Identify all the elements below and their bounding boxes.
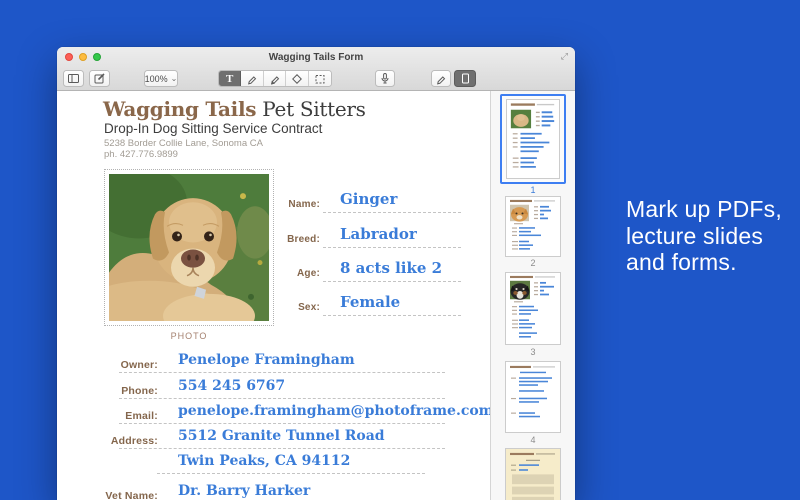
field-underline (119, 423, 445, 424)
field-value[interactable]: Labrador (340, 225, 417, 243)
field-value[interactable]: penelope.framingham@photoframe.com (178, 403, 494, 419)
field-underline (323, 281, 461, 282)
tagline-line: Mark up PDFs, (626, 196, 782, 223)
field-underline (119, 448, 445, 449)
form-brand: Wagging Tails (103, 97, 256, 121)
field-label: Sex: (247, 302, 320, 313)
page-number: 2 (491, 258, 575, 268)
field-value[interactable]: Female (340, 293, 400, 311)
tagline-line: and forms. (626, 249, 782, 276)
zoom-window-button[interactable] (93, 53, 101, 61)
chevron-down-icon: ⌄ (171, 76, 178, 82)
thumbnail-page-1-selected[interactable] (500, 94, 566, 184)
thumbnail-page-5[interactable] (505, 448, 561, 500)
thumbnail-page-4[interactable] (505, 361, 561, 433)
form-address: 5238 Border Collie Lane, Sonoma CA (104, 138, 263, 149)
field-value[interactable]: 5512 Granite Tunnel Road (178, 428, 385, 444)
field-underline (323, 247, 461, 248)
window-content: Wagging Tails Pet Sitters Drop-In Dog Si… (57, 91, 575, 500)
marketing-tagline: Mark up PDFs, lecture slides and forms. (626, 196, 782, 276)
sidebar-icon (67, 72, 80, 85)
field-value[interactable]: 8 acts like 2 (340, 259, 442, 277)
tagline-line: lecture slides (626, 223, 782, 250)
window-titlebar[interactable]: Wagging Tails Form ⤢ (57, 47, 575, 67)
thumbnail-page-3[interactable] (505, 272, 561, 345)
dog-photo-illustration (109, 174, 269, 321)
field-underline (157, 473, 425, 474)
page-preview (507, 100, 559, 178)
page-preview (506, 449, 560, 500)
field-value[interactable]: Penelope Framingham (178, 352, 355, 368)
field-row-address2: Twin Peaks, CA 94112 (77, 456, 477, 482)
page-number: 3 (491, 347, 575, 357)
form-phone: ph. 427.776.9899 (104, 149, 178, 160)
text-tool-button[interactable]: T (219, 71, 241, 86)
thumbnail-sidebar: 1 (490, 91, 575, 500)
page-number: 1 (491, 185, 575, 195)
pen-tool-button[interactable] (264, 71, 286, 86)
pdf-page[interactable]: Wagging Tails Pet Sitters Drop-In Dog Si… (57, 91, 490, 500)
field-label: Age: (247, 268, 320, 279)
selection-tool-button[interactable] (309, 71, 331, 86)
close-button[interactable] (65, 53, 73, 61)
annotate-button[interactable] (431, 70, 451, 87)
field-label: Email: (77, 410, 158, 422)
page-panel-icon (459, 72, 472, 85)
page-preview (506, 197, 560, 256)
field-row-vet: Vet Name: Dr. Barry Harker (77, 486, 477, 500)
toolbar: 100% ⌄ T (57, 67, 575, 91)
field-row-name: Name: Ginger (247, 195, 477, 221)
field-underline (323, 315, 461, 316)
compose-icon (93, 72, 106, 85)
window-chrome: Wagging Tails Form ⤢ 100% ⌄ (57, 47, 575, 91)
compose-button[interactable] (89, 70, 110, 87)
field-value[interactable]: 554 245 6767 (178, 378, 285, 394)
field-row-breed: Breed: Labrador (247, 230, 477, 256)
field-value[interactable]: Dr. Barry Harker (178, 483, 310, 499)
thumbnail-page-2[interactable] (505, 196, 561, 257)
diamond-eraser-icon (291, 73, 303, 85)
field-underline (119, 372, 445, 373)
field-label: Breed: (247, 234, 320, 245)
field-label: Phone: (77, 385, 158, 397)
traffic-lights (65, 53, 101, 61)
photo-caption: PHOTO (104, 331, 274, 341)
window-title: Wagging Tails Form (57, 47, 575, 68)
zoom-dropdown[interactable]: 100% ⌄ (144, 70, 178, 87)
pencil-tool-button[interactable] (241, 71, 263, 86)
minimize-button[interactable] (79, 53, 87, 61)
field-label: Vet Name: (77, 490, 158, 500)
selection-rect-icon (314, 73, 326, 85)
page-preview (506, 362, 560, 432)
field-label: Owner: (77, 359, 158, 371)
sidebar-toggle-button[interactable] (63, 70, 84, 87)
page-preview (506, 273, 560, 344)
zoom-level: 100% (145, 74, 168, 84)
field-underline (119, 398, 445, 399)
field-underline (323, 212, 461, 213)
pencil-icon (246, 73, 258, 85)
field-label: Address: (77, 435, 158, 447)
thumbnail-page-1[interactable] (506, 99, 560, 179)
record-audio-button[interactable] (375, 70, 395, 87)
field-value[interactable]: Twin Peaks, CA 94112 (178, 453, 350, 469)
app-window: Wagging Tails Form ⤢ 100% ⌄ (57, 47, 575, 500)
field-row-age: Age: 8 acts like 2 (247, 264, 477, 290)
pen-icon (269, 73, 281, 85)
fullscreen-icon[interactable]: ⤢ (561, 51, 568, 62)
marker-icon (435, 73, 447, 85)
form-subtitle: Drop-In Dog Sitting Service Contract (104, 121, 322, 136)
thumbnail-panel-toggle-button[interactable] (454, 70, 476, 87)
field-row-sex: Sex: Female (247, 298, 477, 324)
page-number: 4 (491, 435, 575, 445)
eraser-tool-button[interactable] (286, 71, 308, 86)
form-title: Wagging Tails Pet Sitters (103, 97, 366, 121)
annotation-tools: T (218, 70, 332, 87)
field-label: Name: (247, 199, 320, 210)
field-value[interactable]: Ginger (340, 190, 397, 208)
microphone-icon (379, 72, 391, 85)
